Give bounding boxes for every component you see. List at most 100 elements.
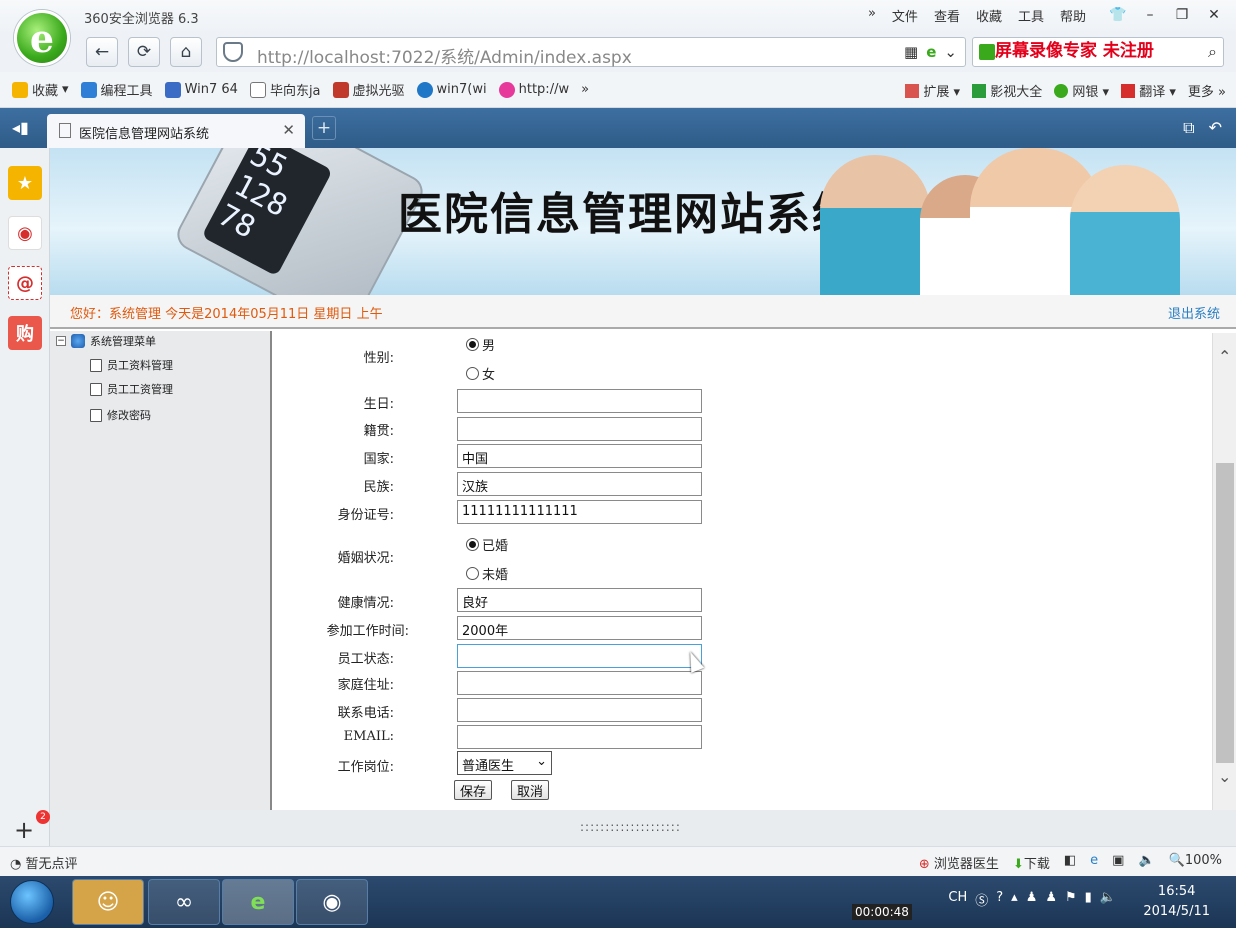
add-sidebar-icon[interactable]: + bbox=[14, 816, 34, 844]
country-input[interactable]: 中国 bbox=[457, 444, 702, 468]
ime-lang-indicator[interactable]: CH bbox=[948, 890, 967, 909]
native-place-input[interactable] bbox=[457, 417, 702, 441]
scroll-down-icon[interactable]: ⌄ bbox=[1218, 767, 1231, 786]
flag-icon[interactable]: ⚑ bbox=[1065, 890, 1077, 909]
logout-link[interactable]: 退出系统 bbox=[1168, 303, 1220, 322]
taskbar-app-infinity-icon[interactable]: ∞ bbox=[148, 879, 220, 925]
bookmark-virtual-drive[interactable]: 虚拟光驱 bbox=[332, 80, 405, 99]
address-url[interactable]: http://localhost:7022/系统/Admin/index.asp… bbox=[257, 43, 632, 68]
menu-tools[interactable]: 工具 bbox=[1018, 6, 1044, 25]
scroll-up-icon[interactable]: ⌃ bbox=[1218, 347, 1231, 366]
favorites-star-icon[interactable]: ★ bbox=[8, 166, 42, 200]
scrollbar-thumb[interactable] bbox=[1216, 463, 1234, 763]
menu-help[interactable]: 帮助 bbox=[1060, 6, 1086, 25]
collapse-icon[interactable]: − bbox=[56, 336, 66, 346]
ethnicity-input[interactable]: 汉族 bbox=[457, 472, 702, 496]
ie-mode-icon[interactable]: e bbox=[926, 43, 936, 61]
browser-logo-icon[interactable]: e bbox=[14, 10, 70, 66]
start-button-icon[interactable] bbox=[10, 880, 54, 924]
tab-hospital-system[interactable]: 医院信息管理网站系统 ✕ bbox=[47, 114, 305, 148]
birthday-input[interactable] bbox=[457, 389, 702, 413]
tab-restore-icon[interactable]: ⧉ bbox=[1183, 118, 1194, 138]
tree-item-staff-salary[interactable]: 员工工资管理 bbox=[90, 381, 173, 397]
phone-input[interactable] bbox=[457, 698, 702, 722]
restore-icon[interactable]: ❐ bbox=[1168, 2, 1196, 28]
bookmark-bixiangdong[interactable]: 毕向东ja bbox=[249, 80, 321, 99]
network-icon[interactable]: ▮ bbox=[1085, 890, 1092, 909]
tree-item-staff-info[interactable]: 员工资料管理 bbox=[90, 357, 173, 373]
health-input[interactable]: 良好 bbox=[457, 588, 702, 612]
mail-icon[interactable]: @ bbox=[8, 266, 42, 300]
save-button[interactable]: 保存 bbox=[454, 780, 493, 800]
close-icon[interactable]: ✕ bbox=[1200, 2, 1228, 28]
tab-sidebar-toggle-icon[interactable]: ◂▮ bbox=[12, 118, 29, 137]
weibo-icon[interactable]: ◉ bbox=[8, 216, 42, 250]
bookmark-http[interactable]: http://w bbox=[498, 81, 569, 98]
id-number-input[interactable]: 11111111111111 bbox=[457, 500, 702, 524]
status-input[interactable] bbox=[457, 644, 702, 668]
tree-item-change-password[interactable]: 修改密码 bbox=[90, 407, 151, 423]
qq-icon[interactable]: ♟ bbox=[1026, 890, 1038, 909]
marital-single-radio[interactable]: 未婚 bbox=[466, 564, 508, 583]
marital-married-radio[interactable]: 已婚 bbox=[466, 535, 508, 554]
qr-code-icon[interactable]: ▦ bbox=[904, 43, 918, 61]
more-button[interactable]: 更多 » bbox=[1188, 81, 1226, 100]
email-input[interactable] bbox=[457, 725, 702, 749]
bank-button[interactable]: 网银 ▾ bbox=[1054, 81, 1109, 100]
minimize-icon[interactable]: – bbox=[1136, 2, 1164, 28]
skin-icon[interactable]: 👕 bbox=[1104, 2, 1132, 28]
taskbar-clock[interactable]: 16:54 2014/5/11 bbox=[1143, 882, 1210, 922]
menu-overflow-icon[interactable]: » bbox=[868, 6, 876, 25]
tray-expand-icon[interactable]: ▴ bbox=[1011, 890, 1018, 909]
tab-close-icon[interactable]: ✕ bbox=[282, 121, 295, 139]
site-banner: 55 128 78 医院信息管理网站系统 bbox=[50, 148, 1236, 295]
address-bar[interactable]: http://localhost:7022/系统/Admin/index.asp… bbox=[216, 37, 966, 68]
status-comment[interactable]: ◔ 暂无点评 bbox=[10, 853, 78, 872]
page-scrollbar[interactable]: ⌃ ⌄ bbox=[1212, 333, 1236, 810]
bookmark-win7-64[interactable]: Win7 64 bbox=[164, 81, 238, 98]
work-start-input[interactable]: 2000年 bbox=[457, 616, 702, 640]
home-button[interactable]: ⌂ bbox=[170, 37, 202, 67]
security-shield-icon[interactable] bbox=[223, 42, 243, 62]
video-button[interactable]: 影视大全 bbox=[972, 81, 1042, 100]
search-engine-icon[interactable] bbox=[979, 44, 995, 60]
extensions-button[interactable]: 扩展 ▾ bbox=[905, 81, 960, 100]
cancel-button[interactable]: 取消 bbox=[511, 780, 550, 800]
gender-male-radio[interactable]: 男 bbox=[466, 335, 495, 354]
splitter-handle[interactable]: :::::::::::::::::::: bbox=[580, 820, 681, 834]
translate-button[interactable]: 翻译 ▾ bbox=[1121, 81, 1176, 100]
refresh-button[interactable]: ⟳ bbox=[128, 37, 160, 67]
help-icon[interactable]: ? bbox=[996, 890, 1003, 909]
ime-icon[interactable]: Ⓢ bbox=[975, 890, 988, 909]
gender-female-radio[interactable]: 女 bbox=[466, 364, 495, 383]
taskbar-app-avatar-icon[interactable]: ☺ bbox=[72, 879, 144, 925]
bookmark-favorites[interactable]: 收藏 ▾ bbox=[12, 80, 69, 99]
position-select[interactable]: 普通医生 ⌄ bbox=[457, 751, 552, 775]
frame-splitter[interactable]: :::::::::::::::::::: bbox=[50, 810, 1236, 846]
new-tab-button[interactable]: + bbox=[312, 116, 336, 140]
taskbar-app-360-browser-icon[interactable]: e bbox=[222, 879, 294, 925]
search-icon[interactable]: ⌕ bbox=[1208, 42, 1217, 62]
compat-icon[interactable]: ◧ bbox=[1064, 853, 1076, 872]
bookmark-win7wi[interactable]: win7(wi bbox=[416, 81, 487, 98]
volume-icon[interactable]: 🔈 bbox=[1100, 890, 1116, 909]
address-dropdown-icon[interactable]: ⌄ bbox=[944, 43, 957, 61]
bookmark-programming-tools[interactable]: 编程工具 bbox=[80, 80, 153, 99]
taskbar-app-recorder-icon[interactable]: ◉ bbox=[296, 879, 368, 925]
address-input[interactable] bbox=[457, 671, 702, 695]
ie-icon[interactable]: e bbox=[1090, 853, 1098, 872]
menu-view[interactable]: 查看 bbox=[934, 6, 960, 25]
bookmarks-overflow-icon[interactable]: » bbox=[581, 82, 589, 97]
tree-root[interactable]: − 系统管理菜单 bbox=[56, 333, 156, 349]
shopping-icon[interactable]: 购 bbox=[8, 316, 42, 350]
browser-doctor-button[interactable]: ⊕ 浏览器医生 bbox=[919, 853, 999, 872]
back-button[interactable]: ← bbox=[86, 37, 118, 67]
download-button[interactable]: ⬇下载 bbox=[1013, 853, 1050, 872]
sound-icon[interactable]: 🔈 bbox=[1138, 853, 1154, 872]
window-icon[interactable]: ▣ bbox=[1112, 853, 1124, 872]
menu-file[interactable]: 文件 bbox=[892, 6, 918, 25]
undo-close-icon[interactable]: ↶ bbox=[1209, 118, 1222, 138]
qq-icon[interactable]: ♟ bbox=[1045, 890, 1057, 909]
zoom-control[interactable]: 🔍100% bbox=[1169, 853, 1222, 872]
menu-favorites[interactable]: 收藏 bbox=[976, 6, 1002, 25]
